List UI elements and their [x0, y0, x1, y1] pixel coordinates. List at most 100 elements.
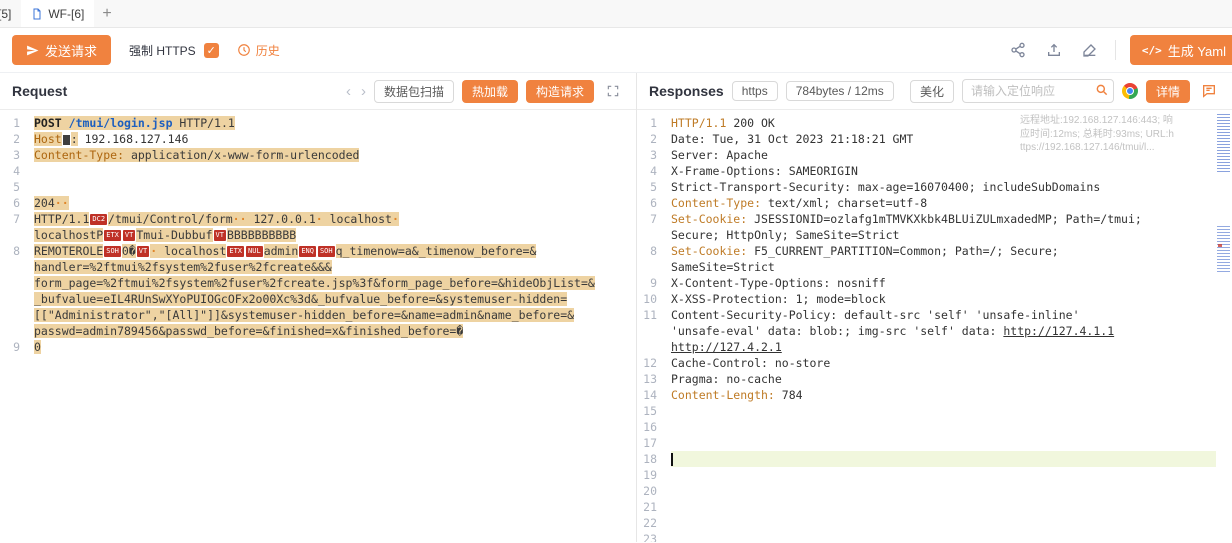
line-content[interactable]: HTTP/1.1DC2/tmui/Control/form·· 127.0.0.…	[34, 211, 636, 243]
hot-reload-button[interactable]: 热加载	[462, 80, 518, 103]
code-line[interactable]: 4	[0, 163, 636, 179]
details-button[interactable]: 详情	[1146, 80, 1190, 103]
line-content[interactable]: Pragma: no-cache	[671, 371, 1232, 387]
line-content[interactable]: Strict-Transport-Security: max-age=16070…	[671, 179, 1232, 195]
code-line[interactable]: 11Content-Security-Policy: default-src '…	[637, 307, 1232, 355]
line-number: 7	[0, 211, 34, 227]
line-content[interactable]: 204··	[34, 195, 636, 211]
line-content[interactable]	[34, 163, 636, 179]
line-content[interactable]: X-Content-Type-Options: nosniff	[671, 275, 1232, 291]
code-line[interactable]: 3Server: Apache	[637, 147, 1232, 163]
line-content[interactable]: Host: 192.168.127.146	[34, 131, 636, 147]
code-line[interactable]: 6Content-Type: text/xml; charset=utf-8	[637, 195, 1232, 211]
code-line[interactable]: 5Strict-Transport-Security: max-age=1607…	[637, 179, 1232, 195]
minimap[interactable]	[1216, 110, 1232, 542]
share-icon[interactable]	[1007, 39, 1029, 61]
code-line[interactable]: 1HTTP/1.1 200 OK	[637, 115, 1232, 131]
line-content[interactable]	[671, 451, 1232, 467]
line-content[interactable]: REMOTEROLESOH0�VT· localhostETXNULadminE…	[34, 243, 636, 339]
code-line[interactable]: 23	[637, 531, 1232, 542]
response-title: Responses	[649, 83, 724, 99]
control-char-icon: DC2	[90, 214, 107, 225]
code-line[interactable]: 8REMOTEROLESOH0�VT· localhostETXNULadmin…	[0, 243, 636, 339]
code-line[interactable]: 19	[637, 467, 1232, 483]
build-request-button[interactable]: 构造请求	[526, 80, 594, 103]
code-line[interactable]: 3Content-Type: application/x-www-form-ur…	[0, 147, 636, 163]
line-content[interactable]: Set-Cookie: JSESSIONID=ozlafg1mTMVKXkbk4…	[671, 211, 1232, 243]
send-request-button[interactable]: 发送请求	[12, 35, 111, 65]
code-line[interactable]: 12Cache-Control: no-store	[637, 355, 1232, 371]
prev-request-button[interactable]: ‹	[346, 83, 351, 100]
line-content[interactable]	[671, 419, 1232, 435]
line-content[interactable]	[671, 403, 1232, 419]
control-char-icon: SOH	[318, 246, 335, 257]
code-line[interactable]: 8Set-Cookie: F5_CURRENT_PARTITION=Common…	[637, 243, 1232, 275]
generate-yaml-button[interactable]: </> 生成 Yaml	[1130, 35, 1232, 65]
beautify-button[interactable]: 美化	[910, 80, 954, 103]
line-content[interactable]: Cache-Control: no-store	[671, 355, 1232, 371]
line-content[interactable]	[34, 179, 636, 195]
edit-icon[interactable]	[1079, 39, 1101, 61]
code-line[interactable]: 9X-Content-Type-Options: nosniff	[637, 275, 1232, 291]
line-content[interactable]: Content-Type: application/x-www-form-url…	[34, 147, 636, 163]
code-line[interactable]: 6204··	[0, 195, 636, 211]
line-content[interactable]	[671, 499, 1232, 515]
export-icon[interactable]	[1043, 39, 1065, 61]
tab-active[interactable]: WF-[6]	[21, 0, 94, 27]
code-line[interactable]: 10X-XSS-Protection: 1; mode=block	[637, 291, 1232, 307]
line-content[interactable]: HTTP/1.1 200 OK	[671, 115, 1232, 131]
line-content[interactable]: Set-Cookie: F5_CURRENT_PARTITION=Common;…	[671, 243, 1232, 275]
code-line[interactable]: 7HTTP/1.1DC2/tmui/Control/form·· 127.0.0…	[0, 211, 636, 243]
code-line[interactable]: 5	[0, 179, 636, 195]
line-content[interactable]: X-XSS-Protection: 1; mode=block	[671, 291, 1232, 307]
code-line[interactable]: 4X-Frame-Options: SAMEORIGIN	[637, 163, 1232, 179]
code-line[interactable]: 2Date: Tue, 31 Oct 2023 21:18:21 GMT	[637, 131, 1232, 147]
line-content[interactable]	[671, 515, 1232, 531]
response-panel: Responses https 784bytes / 12ms 美化 详情 1H…	[636, 73, 1232, 542]
code-line[interactable]: 15	[637, 403, 1232, 419]
line-content[interactable]: Content-Security-Policy: default-src 'se…	[671, 307, 1232, 355]
code-line[interactable]: 90	[0, 339, 636, 355]
code-line[interactable]: 7Set-Cookie: JSESSIONID=ozlafg1mTMVKXkbk…	[637, 211, 1232, 243]
main-area: Request ‹ › 数据包扫描 热加载 构造请求 1POST /tmui/l…	[0, 73, 1232, 542]
next-request-button[interactable]: ›	[361, 83, 366, 100]
code-line[interactable]: 21	[637, 499, 1232, 515]
code-line[interactable]: 13Pragma: no-cache	[637, 371, 1232, 387]
packet-scan-button[interactable]: 数据包扫描	[374, 80, 454, 103]
line-content[interactable]: Server: Apache	[671, 147, 1232, 163]
add-tab-button[interactable]: +	[94, 5, 119, 23]
request-editor[interactable]: 1POST /tmui/login.jsp HTTP/1.12Host: 192…	[0, 110, 636, 542]
fullscreen-icon[interactable]	[602, 80, 624, 102]
line-content[interactable]: X-Frame-Options: SAMEORIGIN	[671, 163, 1232, 179]
response-search-input[interactable]	[962, 79, 1114, 103]
code-line[interactable]: 2Host: 192.168.127.146	[0, 131, 636, 147]
code-line[interactable]: 22	[637, 515, 1232, 531]
line-content[interactable]: 0	[34, 339, 636, 355]
line-content[interactable]	[671, 467, 1232, 483]
code-line[interactable]: 18	[637, 451, 1232, 467]
code-line[interactable]: 14Content-Length: 784	[637, 387, 1232, 403]
control-char-icon: ETX	[104, 230, 121, 241]
line-content[interactable]	[671, 483, 1232, 499]
history-button[interactable]: 历史	[237, 42, 280, 59]
code-line[interactable]: 1POST /tmui/login.jsp HTTP/1.1	[0, 115, 636, 131]
search-icon[interactable]	[1095, 83, 1109, 97]
code-line[interactable]: 20	[637, 483, 1232, 499]
force-https-toggle[interactable]: 强制 HTTPS ✓	[129, 42, 219, 59]
response-editor[interactable]: 1HTTP/1.1 200 OK2Date: Tue, 31 Oct 2023 …	[637, 110, 1232, 542]
line-content[interactable]: Content-Length: 784	[671, 387, 1232, 403]
chrome-icon[interactable]	[1122, 83, 1138, 99]
line-number: 8	[637, 243, 671, 259]
tab-previous[interactable]: -[5]	[0, 0, 21, 27]
toolbar-divider	[1115, 40, 1116, 60]
line-content[interactable]	[671, 531, 1232, 542]
line-content[interactable]	[671, 435, 1232, 451]
code-line[interactable]: 16	[637, 419, 1232, 435]
line-number: 2	[637, 131, 671, 147]
line-content[interactable]: Date: Tue, 31 Oct 2023 21:18:21 GMT	[671, 131, 1232, 147]
code-line[interactable]: 17	[637, 435, 1232, 451]
comment-icon[interactable]	[1198, 80, 1220, 102]
line-content[interactable]: Content-Type: text/xml; charset=utf-8	[671, 195, 1232, 211]
line-content[interactable]: POST /tmui/login.jsp HTTP/1.1	[34, 115, 636, 131]
checkbox-checked-icon[interactable]: ✓	[204, 43, 219, 58]
